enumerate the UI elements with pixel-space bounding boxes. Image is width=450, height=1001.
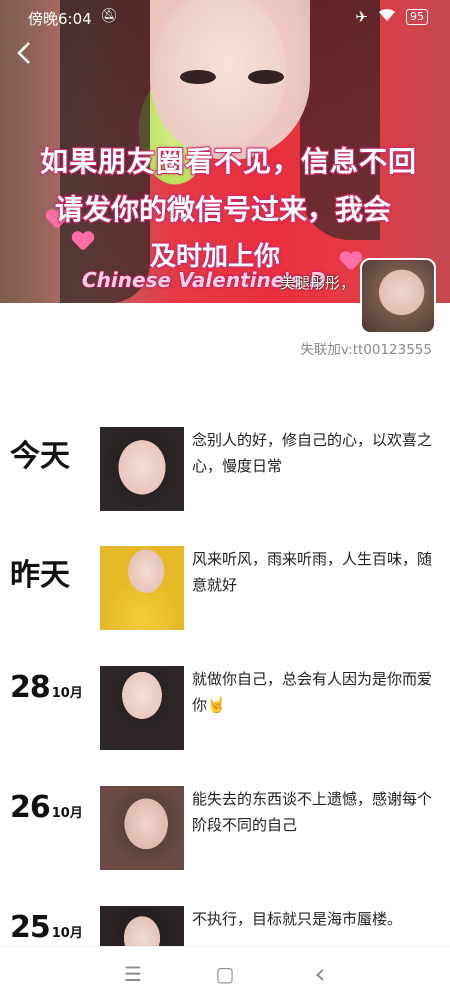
profile-signature: 失联加v:tt00123555 [300,342,432,358]
airplane-icon: ✈ [355,8,368,26]
post-text: 就做你自己，总会有人因为是你而爱你🤘 [192,670,433,714]
post-date-month: 10月 [51,806,83,821]
back-nav-button[interactable]: ‹ [300,959,340,989]
post-date-day: 25 [10,910,51,945]
post-item[interactable]: 昨天 风来听风，雨来听雨，人生百味，随意就好 [0,546,450,630]
back-icon: ‹ [314,957,326,990]
post-text: 能失去的东西谈不上遗憾，感谢每个阶段不同的自己 [192,790,433,834]
menu-button[interactable]: ☰ [113,959,153,989]
post-date: 今天 [10,431,70,475]
post-date-label: 今天 [10,439,70,474]
post-date: 28 10月 [10,670,83,705]
home-icon: ▢ [215,962,235,986]
post-item[interactable]: 今天 念别人的好，修自己的心，以欢喜之心，慢度日常 [0,427,450,511]
system-nav-bar: ☰ ▢ ‹ [0,946,450,1001]
post-thumbnail[interactable] [100,906,184,946]
status-bar: 傍晚6:04 🔕︎ ✈ 95 [0,0,450,34]
post-thumbnail[interactable] [100,666,184,750]
cover-eye-right [248,70,284,84]
post-date: 昨天 [10,550,70,594]
heart-icon [72,232,94,252]
menu-icon: ☰ [124,962,142,986]
cover-caption-line2: 请发你的微信号过来，我会 [54,192,392,227]
post-date-month: 10月 [51,926,83,941]
post-text: 风来听风，雨来听雨，人生百味，随意就好 [192,550,433,594]
post-text: 不执行，目标就只是海市蜃楼。 [192,910,403,928]
avatar[interactable] [360,258,436,334]
post-date-label: 昨天 [10,558,70,593]
back-button[interactable] [10,40,38,72]
wifi-icon [378,8,396,26]
post-item[interactable]: 25 10月 不执行，目标就只是海市蜃楼。 [0,906,450,946]
home-button[interactable]: ▢ [205,959,245,989]
post-date: 25 10月 [10,910,83,945]
post-date-day: 28 [10,670,51,705]
post-item[interactable]: 28 10月 就做你自己，总会有人因为是你而爱你🤘 [0,666,450,750]
post-date-month: 10月 [51,686,83,701]
post-thumbnail[interactable] [100,786,184,870]
post-item[interactable]: 26 10月 能失去的东西谈不上遗憾，感谢每个阶段不同的自己 [0,786,450,870]
cover-caption-line1: 如果朋友圈看不见，信息不回 [39,144,418,179]
post-thumbnail[interactable] [100,427,184,511]
profile-name[interactable]: 美腿彤彤， [280,272,355,293]
status-icons: ✈ 95 [355,8,428,26]
status-time: 傍晚6:04 [28,10,92,28]
chevron-left-icon [17,42,30,64]
bell-off-icon: 🔕︎ [100,8,118,24]
post-text: 念别人的好，修自己的心，以欢喜之心，慢度日常 [192,431,433,475]
battery-icon: 95 [406,9,428,25]
post-date-day: 26 [10,790,51,825]
cover-eye-left [180,70,216,84]
post-date: 26 10月 [10,790,83,825]
post-thumbnail[interactable] [100,546,184,630]
